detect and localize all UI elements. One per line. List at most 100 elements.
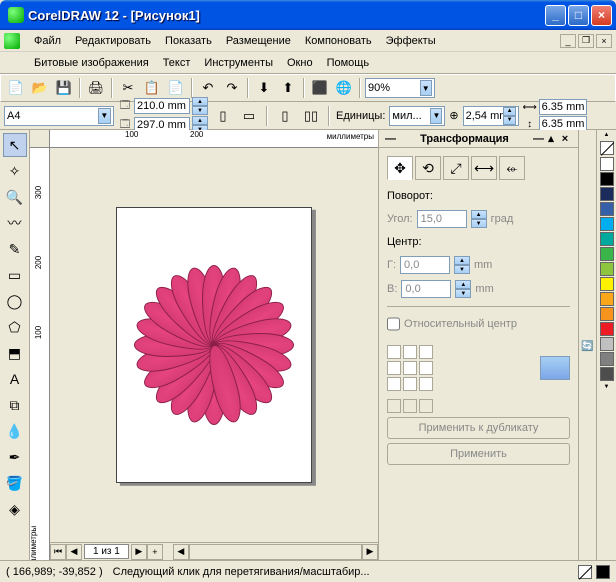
flower-drawing[interactable] xyxy=(134,265,294,425)
save-button[interactable]: 💾 xyxy=(53,77,75,99)
menu-window[interactable]: Окно xyxy=(281,55,319,71)
menu-help[interactable]: Помощь xyxy=(321,55,376,71)
zoom-dropdown-icon[interactable]: ▼ xyxy=(420,80,432,96)
cut-button[interactable]: ✂ xyxy=(117,77,139,99)
color-swatch[interactable] xyxy=(600,277,614,291)
menu-tools[interactable]: Инструменты xyxy=(198,55,279,71)
color-swatch[interactable] xyxy=(600,157,614,171)
color-swatch[interactable] xyxy=(600,337,614,351)
portrait-button[interactable]: ▯ xyxy=(212,105,234,127)
color-swatch[interactable] xyxy=(600,202,614,216)
color-swatch[interactable] xyxy=(600,352,614,366)
apply-button[interactable]: Применить xyxy=(387,443,570,465)
color-swatch[interactable] xyxy=(600,187,614,201)
app-launcher-button[interactable]: ⬛ xyxy=(309,77,331,99)
paper-combo[interactable]: ▼ xyxy=(4,106,114,126)
scroll-left-button[interactable]: ◀ xyxy=(173,544,189,560)
print-button[interactable]: 🖨 xyxy=(85,77,107,99)
docker-close-button[interactable]: × xyxy=(558,132,572,146)
first-page-button[interactable]: ⏮ xyxy=(50,544,66,560)
docker-collapse-button[interactable]: ▴ xyxy=(544,132,558,146)
menu-effects[interactable]: Эффекты xyxy=(380,33,442,49)
eyedropper-tool[interactable]: 💧 xyxy=(3,419,27,443)
ruler-origin[interactable] xyxy=(30,130,50,148)
menu-arrange[interactable]: Компоновать xyxy=(299,33,378,49)
zoom-tool[interactable]: 🔍 xyxy=(3,185,27,209)
freehand-tool[interactable]: 〰 xyxy=(3,211,27,235)
mdi-minimize-button[interactable]: _ xyxy=(560,34,576,48)
units-input[interactable] xyxy=(392,110,430,122)
paste-button[interactable]: 📄 xyxy=(165,77,187,99)
menu-text[interactable]: Текст xyxy=(157,55,197,71)
apply-to-duplicate-button[interactable]: Применить к дубликату xyxy=(387,417,570,439)
page-width-input[interactable] xyxy=(134,98,190,114)
text-tool[interactable]: A xyxy=(3,367,27,391)
paper-dropdown-icon[interactable]: ▼ xyxy=(98,108,111,124)
nudge-combo[interactable]: ▲▼ xyxy=(463,106,519,126)
relative-center-checkbox[interactable] xyxy=(387,315,400,333)
nudge-input[interactable] xyxy=(466,110,504,122)
open-button[interactable]: 📂 xyxy=(29,77,51,99)
undo-button[interactable]: ↶ xyxy=(197,77,219,99)
anchor-grid[interactable] xyxy=(387,345,433,391)
spin-down[interactable]: ▼ xyxy=(455,289,471,298)
spin-up[interactable]: ▲ xyxy=(454,256,470,265)
export-button[interactable]: ⬆ xyxy=(277,77,299,99)
color-swatch[interactable] xyxy=(600,262,614,276)
rectangle-tool[interactable]: ▭ xyxy=(3,263,27,287)
add-page-button[interactable]: + xyxy=(147,544,163,560)
interactive-fill-tool[interactable]: ◈ xyxy=(3,497,27,521)
shape-tool[interactable]: ✧ xyxy=(3,159,27,183)
color-swatch[interactable] xyxy=(600,217,614,231)
menu-file[interactable]: Файл xyxy=(28,33,67,49)
scale-tab[interactable]: ⤢ xyxy=(443,156,469,180)
no-color-swatch[interactable] xyxy=(600,141,614,155)
hscrollbar-track[interactable] xyxy=(189,544,362,560)
spin-down[interactable]: ▼ xyxy=(454,265,470,274)
prev-page-button[interactable]: ◀ xyxy=(66,544,82,560)
menu-layout[interactable]: Размещение xyxy=(220,33,297,49)
color-swatch[interactable] xyxy=(600,322,614,336)
color-swatch[interactable] xyxy=(600,172,614,186)
rotate-tab[interactable]: ⟲ xyxy=(415,156,441,180)
import-button[interactable]: ⬇ xyxy=(253,77,275,99)
center-v-input[interactable] xyxy=(401,280,451,298)
spin-up[interactable]: ▲ xyxy=(503,107,515,116)
color-swatch[interactable] xyxy=(600,232,614,246)
units-combo[interactable]: ▼ xyxy=(389,106,445,126)
spin-up[interactable]: ▲ xyxy=(192,97,208,106)
mdi-close-button[interactable]: × xyxy=(596,34,612,48)
menu-view[interactable]: Показать xyxy=(159,33,218,49)
size-tab[interactable]: ⟷ xyxy=(471,156,497,180)
zoom-combo[interactable]: ▼ xyxy=(365,78,435,98)
dup-x-input[interactable] xyxy=(539,99,587,115)
pages-button[interactable]: ▯ xyxy=(274,105,296,127)
color-swatch[interactable] xyxy=(600,292,614,306)
landscape-button[interactable]: ▭ xyxy=(238,105,260,127)
mdi-restore-button[interactable]: ❐ xyxy=(578,34,594,48)
minimize-button[interactable]: _ xyxy=(545,5,566,26)
color-swatch[interactable] xyxy=(600,367,614,381)
outline-tool[interactable]: ✒ xyxy=(3,445,27,469)
units-dropdown-icon[interactable]: ▼ xyxy=(430,108,442,124)
spin-up[interactable]: ▲ xyxy=(192,116,208,125)
skew-tab[interactable]: ⬰ xyxy=(499,156,525,180)
position-tab[interactable]: ✥ xyxy=(387,156,413,180)
interactive-blend-tool[interactable]: ⧉ xyxy=(3,393,27,417)
next-page-button[interactable]: ▶ xyxy=(131,544,147,560)
spin-down[interactable]: ▼ xyxy=(503,116,515,125)
copy-button[interactable]: 📋 xyxy=(141,77,163,99)
basic-shapes-tool[interactable]: ⬒ xyxy=(3,341,27,365)
menu-edit[interactable]: Редактировать xyxy=(69,33,157,49)
vertical-ruler[interactable]: 300 200 100 миллиметры xyxy=(30,148,50,560)
zoom-input[interactable] xyxy=(368,82,420,94)
spin-up[interactable]: ▲ xyxy=(455,280,471,289)
scroll-right-button[interactable]: ▶ xyxy=(362,544,378,560)
color-swatch[interactable] xyxy=(600,307,614,321)
maximize-button[interactable]: □ xyxy=(568,5,589,26)
horizontal-ruler[interactable]: 100 200 миллиметры xyxy=(50,130,378,148)
spin-up[interactable]: ▲ xyxy=(471,210,487,219)
canvas[interactable] xyxy=(50,148,378,542)
paper-input[interactable] xyxy=(7,110,98,122)
center-h-input[interactable] xyxy=(400,256,450,274)
